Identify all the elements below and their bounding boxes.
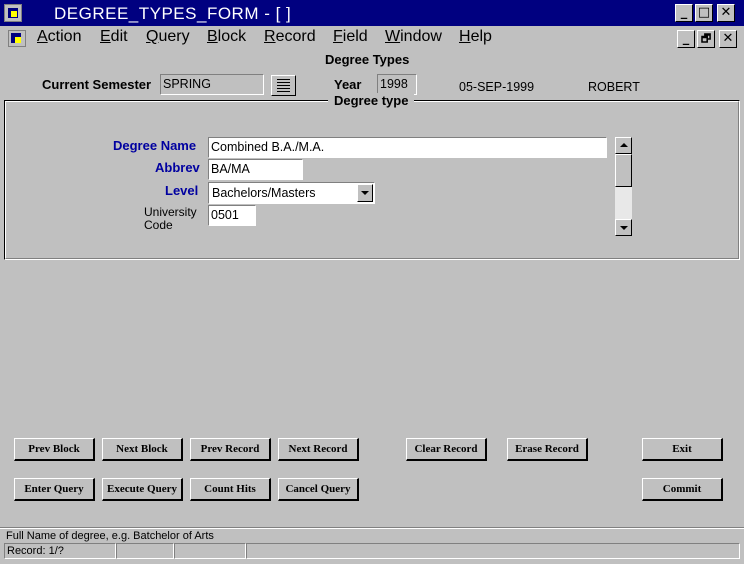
count-hits-button[interactable]: Count Hits <box>190 478 271 501</box>
next-block-button[interactable]: Next Block <box>102 438 183 461</box>
degree-name-field[interactable]: Combined B.A./M.A. <box>208 137 607 158</box>
list-icon <box>277 79 290 92</box>
university-code-field[interactable]: 0501 <box>208 205 256 226</box>
doc-restore-button[interactable]: 🗗 <box>697 30 715 48</box>
cancel-query-button[interactable]: Cancel Query <box>278 478 359 501</box>
abbrev-label: Abbrev <box>155 160 200 175</box>
execute-query-button[interactable]: Execute Query <box>102 478 183 501</box>
scrollbar-thumb[interactable] <box>615 154 632 187</box>
degree-name-label: Degree Name <box>113 138 197 153</box>
document-icon[interactable] <box>8 30 26 47</box>
current-user: ROBERT <box>588 80 640 94</box>
status-record: Record: 1/? <box>4 543 116 559</box>
enter-query-button[interactable]: Enter Query <box>14 478 95 501</box>
prev-block-button[interactable]: Prev Block <box>14 438 95 461</box>
university-code-label: University Code <box>144 205 197 232</box>
menu-block[interactable]: Block <box>207 28 246 46</box>
list-of-values-button[interactable] <box>271 75 296 96</box>
chevron-down-icon[interactable] <box>357 184 373 202</box>
menu-help[interactable]: Help <box>459 28 492 46</box>
level-select[interactable]: Bachelors/Masters <box>208 182 375 204</box>
commit-button[interactable]: Commit <box>642 478 723 501</box>
menu-edit[interactable]: Edit <box>100 28 128 46</box>
status-cell-4 <box>246 543 740 559</box>
menu-field[interactable]: Field <box>333 28 368 46</box>
menu-record[interactable]: Record <box>264 28 316 46</box>
status-cell-2 <box>116 543 174 559</box>
menu-window[interactable]: Window <box>385 28 442 46</box>
prev-record-button[interactable]: Prev Record <box>190 438 271 461</box>
exit-button[interactable]: Exit <box>642 438 723 461</box>
current-date: 05-SEP-1999 <box>459 80 535 94</box>
status-message: Full Name of degree, e.g. Batchelor of A… <box>6 530 214 542</box>
level-label: Level <box>165 183 199 198</box>
status-separator <box>0 527 744 529</box>
status-cell-3 <box>174 543 246 559</box>
level-value: Bachelors/Masters <box>212 186 316 200</box>
doc-close-button[interactable]: ✕ <box>719 30 737 48</box>
next-record-button[interactable]: Next Record <box>278 438 359 461</box>
app-icon[interactable] <box>4 4 22 22</box>
abbrev-field[interactable]: BA/MA <box>208 159 303 180</box>
erase-record-button[interactable]: Erase Record <box>507 438 588 461</box>
year-label: Year <box>334 77 362 92</box>
close-button[interactable]: ✕ <box>717 4 735 22</box>
menu-query[interactable]: Query <box>146 28 190 46</box>
clear-record-button[interactable]: Clear Record <box>406 438 487 461</box>
form-title: Degree Types <box>325 52 410 67</box>
maximize-button[interactable]: □ <box>695 4 713 22</box>
current-semester-field[interactable]: SPRING <box>160 74 264 95</box>
minimize-button[interactable]: _ <box>675 4 693 22</box>
window-title: DEGREE_TYPES_FORM - [ ] <box>54 4 292 23</box>
block-title: Degree type <box>328 93 415 108</box>
year-field[interactable]: 1998 <box>377 74 417 95</box>
scroll-up-icon[interactable] <box>615 137 632 154</box>
menu-action[interactable]: Action <box>37 28 81 46</box>
scroll-down-icon[interactable] <box>615 219 632 236</box>
doc-minimize-button[interactable]: _ <box>677 30 695 48</box>
current-semester-label: Current Semester <box>42 77 152 92</box>
